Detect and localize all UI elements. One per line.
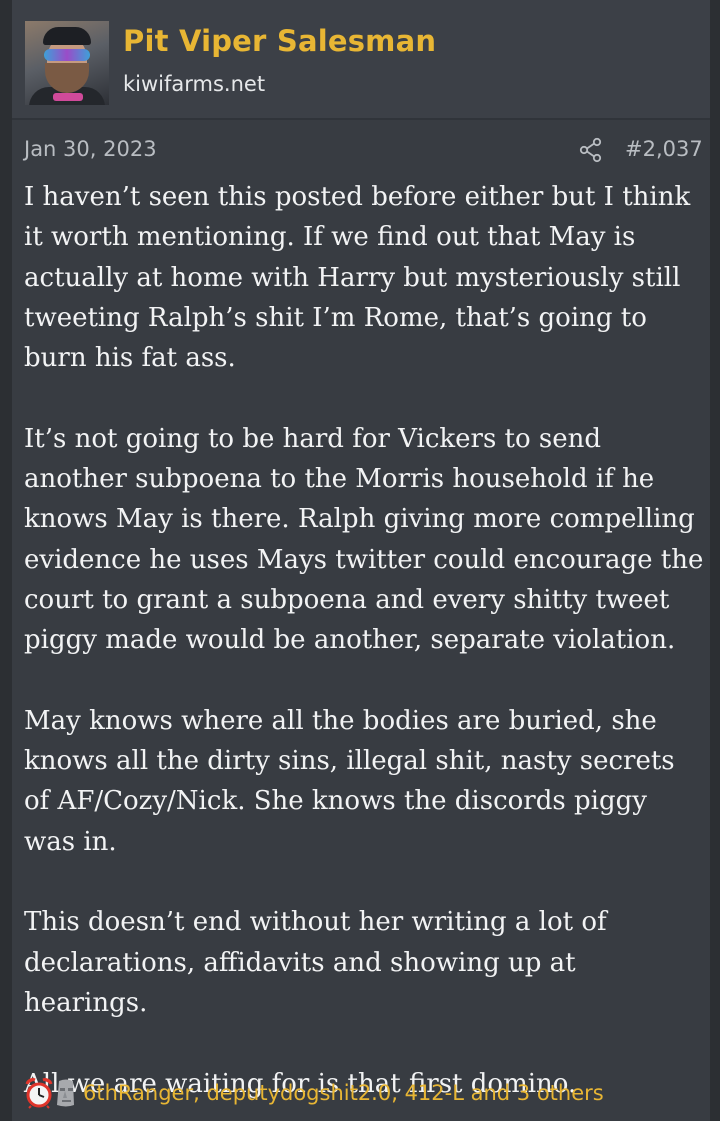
reaction-users-link[interactable]: 6thRanger, deputydogshit2.0, 412-L and 3… [83, 1081, 604, 1105]
moai-icon [57, 1079, 74, 1107]
post-paragraph: It’s not going to be hard for Vickers to… [24, 423, 704, 656]
user-site: kiwifarms.net [123, 72, 266, 96]
share-icon[interactable] [579, 137, 603, 163]
username-link[interactable]: Pit Viper Salesman [123, 24, 436, 58]
post-paragraph: This doesn’t end without her writing a l… [24, 907, 607, 1018]
post-body: I haven’t seen this posted before either… [24, 177, 704, 1104]
post-paragraph: I haven’t seen this posted before either… [24, 182, 691, 374]
user-avatar[interactable] [25, 21, 109, 105]
post-header: Pit Viper Salesman kiwifarms.net [12, 0, 710, 120]
post-number-link[interactable]: #2,037 [625, 137, 703, 161]
post-date[interactable]: Jan 30, 2023 [24, 137, 157, 161]
post-paragraph: May knows where all the bodies are burie… [24, 705, 675, 857]
